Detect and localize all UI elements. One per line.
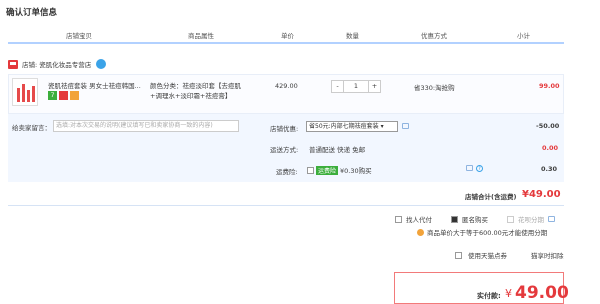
anonymous-label: 匿名购买 [462, 216, 488, 224]
huabei-option[interactable]: 花呗分期 [507, 214, 555, 224]
page-title: 确认订单信息 [6, 8, 58, 18]
huabei-note-text: 商品单价大于等于600.00元才能使用分期 [427, 229, 548, 237]
shop-icon [8, 59, 18, 69]
shipping-value: 普通配送 快递 免邮 [309, 146, 366, 154]
warning-icon [417, 228, 424, 236]
wangwang-chat-icon[interactable] [96, 59, 107, 69]
col-quantity: 数量 [346, 32, 359, 40]
attr-line-1: 颜色分类：祛痘淡印套【去痘肌 [150, 82, 241, 90]
shop-total-amount: ¥49.00 [522, 189, 561, 200]
column-header-row: 店铺宝贝 商品属性 单价 数量 优惠方式 小计 [8, 28, 564, 44]
final-currency: ¥ [505, 287, 512, 300]
insurance-label: 运费险: [276, 168, 298, 176]
col-attributes: 商品属性 [188, 32, 214, 40]
unit-price: 429.00 [275, 82, 298, 90]
tmall-points-row: 使用天猫点券 猫享时扣除 [455, 250, 564, 260]
tmall-points-checkbox[interactable] [455, 251, 462, 259]
col-unit-price: 单价 [281, 32, 294, 40]
shop-total-label: 店铺合计(含运费) [465, 193, 517, 201]
credit-card-icon [70, 91, 79, 100]
help-question-icon[interactable]: ? [476, 165, 483, 172]
insurance-option: 运费险 ¥0.30购买 [307, 165, 372, 175]
huabei-info-icon[interactable] [548, 216, 555, 222]
seller-message-input[interactable]: 选填:对本次交易的说明(建议填写已和卖家协商一致的内容) [53, 120, 239, 132]
tmall-points-label: 使用天猫点券 [468, 252, 507, 260]
col-subtotal: 小计 [517, 32, 530, 40]
qty-input[interactable]: 1 [344, 80, 368, 93]
proxy-pay-checkbox[interactable] [395, 215, 402, 223]
insurance-amount: 0.30 [541, 165, 558, 173]
col-discount: 优惠方式 [421, 32, 447, 40]
qty-plus-button[interactable]: + [368, 80, 381, 93]
certified-icon [59, 91, 68, 100]
insurance-tag: 运费险 [316, 165, 339, 175]
chat-info-icon[interactable] [466, 165, 473, 171]
huabei-label: 花呗分期 [518, 216, 544, 224]
service-badges: 7 [48, 91, 80, 100]
insurance-value: ¥0.30购买 [340, 167, 372, 175]
final-payment-box: 实付款: ¥ 49.00 [394, 272, 569, 304]
item-subtotal: 99.00 [539, 82, 560, 90]
message-label: 给卖家留言： [12, 124, 51, 132]
attr-line-2: +调理水+淡印霜+祛痘膏】 [150, 92, 232, 100]
coupon-info-icon[interactable] [402, 122, 409, 130]
discount-method: 省330:淘抢购 [414, 84, 455, 92]
insurance-info: ? [466, 165, 483, 172]
seven-day-return-icon: 7 [48, 91, 57, 100]
qty-minus-button[interactable]: - [331, 80, 344, 93]
shipping-label: 运送方式: [270, 146, 299, 154]
huabei-note: 商品单价大于等于600.00元才能使用分期 [417, 227, 547, 237]
quantity-stepper: - 1 + [331, 80, 381, 93]
coupon-select[interactable]: 省50元:内部七期祛痘套装 ▾ [306, 121, 398, 132]
proxy-pay-label: 找人代付 [406, 216, 432, 224]
product-name[interactable]: 瓷肌祛痘套装 男女士祛痘韩国... [48, 80, 144, 90]
col-shop-item: 店铺宝贝 [66, 32, 92, 40]
shop-name[interactable]: 瓷肌化妆品专营店 [39, 59, 91, 69]
tmall-discount-label: 猫享时扣除 [531, 252, 564, 260]
coupon-amount: -50.00 [536, 122, 560, 130]
final-amount: 49.00 [515, 283, 569, 303]
shop-label: 店铺: [22, 61, 38, 69]
coupon-label: 店铺优惠: [270, 125, 299, 133]
proxy-pay-option[interactable]: 找人代付 [395, 214, 432, 224]
huabei-checkbox[interactable] [507, 215, 514, 223]
anonymous-option[interactable]: 匿名购买 [451, 214, 488, 224]
anonymous-checkbox[interactable] [451, 215, 458, 223]
insurance-checkbox[interactable] [307, 166, 314, 174]
product-thumbnail[interactable] [12, 78, 38, 106]
final-label: 实付款: [477, 292, 501, 300]
shop-row: 店铺: 瓷肌化妆品专营店 [8, 58, 107, 70]
shipping-amount: 0.00 [542, 144, 559, 152]
